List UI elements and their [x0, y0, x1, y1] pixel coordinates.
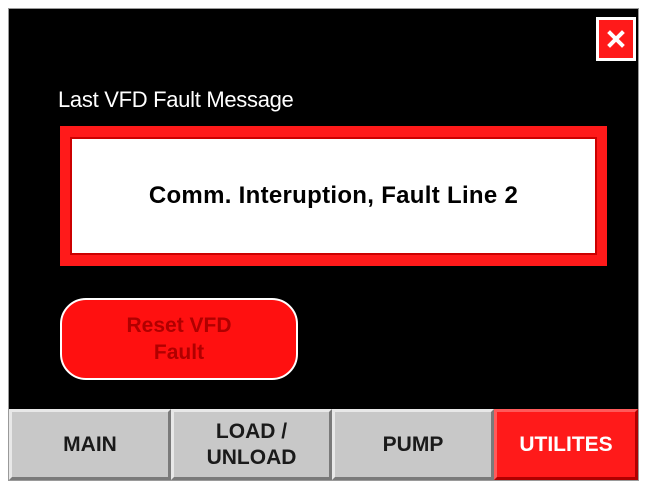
fault-message-display: Comm. Interuption, Fault Line 2 [70, 137, 597, 255]
fault-message-label: Last VFD Fault Message [58, 87, 294, 112]
tab-load-unload[interactable]: LOAD / UNLOAD [171, 409, 332, 480]
reset-vfd-fault-button[interactable]: Reset VFD Fault [60, 298, 298, 380]
fault-message-box: Comm. Interuption, Fault Line 2 [60, 126, 607, 266]
close-icon [607, 30, 625, 48]
reset-vfd-fault-label: Reset VFD Fault [126, 314, 232, 364]
tab-pump[interactable]: PUMP [332, 409, 494, 480]
hmi-screen: Last VFD Fault Message Comm. Interuption… [8, 8, 639, 481]
close-button[interactable] [596, 17, 636, 61]
tab-utilites[interactable]: UTILITES [494, 409, 638, 480]
tab-main[interactable]: MAIN [9, 409, 171, 480]
fault-message-text: Comm. Interuption, Fault Line 2 [148, 182, 519, 209]
bottom-nav-tabs: MAIN LOAD / UNLOAD PUMP UTILITES [9, 409, 638, 480]
